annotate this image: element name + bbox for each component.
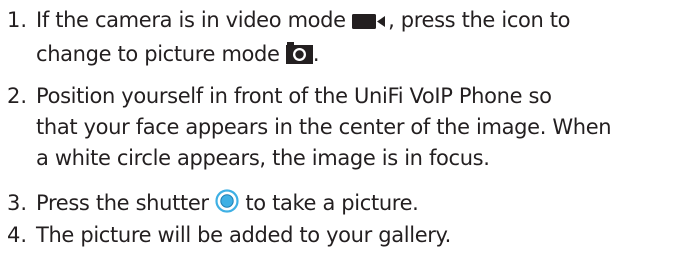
step-text: If the camera is in video mode , press t…	[36, 5, 681, 73]
step-text: Press the shutter to take a picture.	[36, 188, 681, 222]
camera-icon	[285, 42, 313, 73]
step-number: 2.	[7, 84, 28, 108]
step-number: 4.	[7, 223, 28, 247]
step-text: Position yourself in front of the UniFi …	[36, 84, 612, 170]
shutter-button-icon	[215, 189, 239, 222]
instruction-steps: 1. If the camera is in video mode , pres…	[0, 0, 683, 257]
step-text: The picture will be added to your galler…	[36, 223, 451, 247]
step-number: 3.	[7, 191, 28, 215]
video-camera-icon	[352, 8, 388, 39]
step-number: 1.	[7, 8, 28, 32]
